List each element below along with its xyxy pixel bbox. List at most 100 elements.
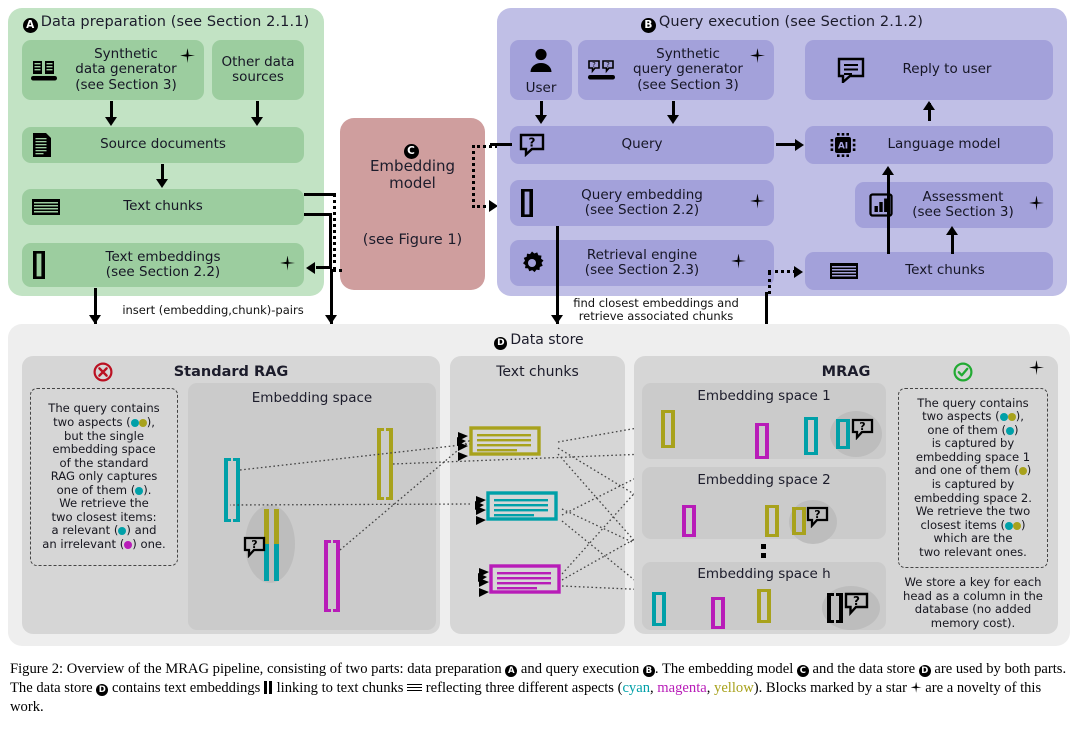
badge-b: B xyxy=(640,18,656,33)
panel-d-title: D Data store xyxy=(8,332,1070,350)
es2-query-bubble-icon: ? xyxy=(806,506,829,532)
arrow-chunks-to-lm xyxy=(887,170,890,254)
novelty-star-icon xyxy=(1027,358,1046,381)
esh-query-embedding xyxy=(827,593,843,623)
caption-seg-1: Figure 2: Overview of the MRAG pipeline,… xyxy=(10,661,506,677)
standard-rag-note-text: The query contains two aspects (), but the… xyxy=(42,401,166,552)
mrag-footnote: We store a key for each head as a column … xyxy=(903,575,1043,630)
caption-badge-c: C xyxy=(796,665,809,677)
chunk-yellow xyxy=(469,425,541,461)
caption-yellow-word: yellow xyxy=(714,679,754,696)
query-bubble-icon: ? xyxy=(243,536,266,562)
node-synthetic-query-generator[interactable]: ? ? Synthetic query generator (see Section… xyxy=(578,40,774,100)
factory-icon xyxy=(31,58,59,82)
es2-embedding-magenta xyxy=(682,505,696,537)
es1-query-bubble-icon: ? xyxy=(851,418,874,444)
arrow-head xyxy=(325,315,337,324)
node-text-chunks-prep[interactable]: Text chunks xyxy=(22,189,304,225)
panel-c-title: Embedding model xyxy=(369,157,456,193)
esh-embedding-magenta xyxy=(711,597,725,629)
caption-seg-8: reflecting three different aspects ( xyxy=(422,679,623,696)
embedding-space-2-label: Embedding space 2 xyxy=(697,472,831,488)
embedding-space-1-label: Embedding space 1 xyxy=(697,388,831,404)
mrag-note: The query contains two aspects (), one of … xyxy=(898,388,1048,568)
cross-circle-icon xyxy=(93,362,113,386)
svg-text:?: ? xyxy=(853,594,860,608)
novelty-star-icon xyxy=(750,193,765,212)
arrow-head xyxy=(105,117,117,126)
panel-a-title: A Data preparation (see Section 2.1.1) xyxy=(8,14,324,33)
badge-a: A xyxy=(22,18,38,33)
edge-embmodel-in xyxy=(333,269,342,272)
node-user[interactable]: User xyxy=(510,40,572,100)
edge-embmodel-vert xyxy=(333,193,336,271)
caption-seg-4: and the data store xyxy=(808,661,919,677)
query-vector-yellow-part2 xyxy=(274,509,279,546)
mrag-title: MRAG xyxy=(821,364,871,380)
caption-badge-d2: D xyxy=(96,683,109,696)
node-label: Query xyxy=(621,136,663,153)
node-text-chunks-exec[interactable]: Text chunks xyxy=(805,252,1053,290)
node-label: Reply to user xyxy=(902,61,992,78)
node-label: Other data sources xyxy=(221,53,295,85)
arrow-head xyxy=(89,315,101,324)
caption-badge-d: D xyxy=(918,665,931,677)
caption-seg-2: and query execution xyxy=(517,661,643,677)
svg-text:?: ? xyxy=(529,136,536,150)
panel-b-title: B Query execution (see Section 2.1.2) xyxy=(497,14,1067,33)
node-retrieval-engine[interactable]: Retrieval engine (see Section 2.3) xyxy=(510,240,774,286)
node-assessment[interactable]: Assessment (see Section 3) xyxy=(855,182,1053,228)
novelty-star-icon xyxy=(750,48,765,67)
caption-chunk-icon xyxy=(407,683,423,693)
figure-canvas: A Data preparation (see Section 2.1.1) Sy… xyxy=(0,0,1080,655)
node-label: Synthetic query generator (see Section 3) xyxy=(633,46,743,93)
edge-label-retrieve: find closest embeddings and retrieve asso… xyxy=(573,296,739,323)
svg-text:?: ? xyxy=(592,61,596,69)
arrow-head xyxy=(882,166,894,175)
edge-chunks-right xyxy=(304,213,332,216)
arrow-head xyxy=(667,115,679,124)
node-label: Synthetic data generator (see Section 3) xyxy=(75,46,177,93)
arrow-head xyxy=(306,262,315,274)
node-query-embedding[interactable]: Query embedding (see Section 2.2) xyxy=(510,180,774,226)
es2-query-embedding xyxy=(792,507,806,535)
svg-text:?: ? xyxy=(251,538,257,551)
arrow-head xyxy=(794,266,803,278)
edge-chunks-down xyxy=(329,213,332,269)
es1-query-embedding xyxy=(836,419,850,449)
chunks-icon xyxy=(31,197,61,217)
node-source-documents[interactable]: Source documents xyxy=(22,127,304,163)
node-label: Language model xyxy=(887,136,1001,153)
node-other-data-sources[interactable]: Other data sources xyxy=(212,40,304,100)
arrow-store-to-retrieval xyxy=(765,292,768,324)
edge-chunks-to-embmodel xyxy=(304,193,336,196)
node-query[interactable]: ? Query xyxy=(510,126,774,164)
node-synthetic-data-generator[interactable]: Synthetic data generator (see Section 3) xyxy=(22,40,204,100)
embedding-space-h-label: Embedding space h xyxy=(697,566,831,582)
arrow-head xyxy=(251,117,263,126)
es1-embedding-magenta xyxy=(755,423,769,459)
standard-rag-note: The query contains two aspects (), but the… xyxy=(30,388,178,566)
standard-embedding-space-label: Embedding space xyxy=(251,390,373,406)
node-reply-to-user[interactable]: Reply to user xyxy=(805,40,1053,100)
chunks-icon xyxy=(829,261,859,281)
esh-embedding-yellow xyxy=(757,589,771,623)
node-language-model[interactable]: AI Language model xyxy=(805,126,1053,164)
arrow-head xyxy=(551,315,563,324)
mrag-note-text: The query contains two aspects (), one of … xyxy=(913,395,1032,559)
svg-text:?: ? xyxy=(606,61,610,69)
es2-embedding-yellow xyxy=(765,505,779,537)
edge-label-insert: insert (embedding,chunk)-pairs xyxy=(122,303,304,317)
svg-text:?: ? xyxy=(814,508,820,521)
node-label: Text chunks xyxy=(905,262,985,279)
arrow-head xyxy=(156,179,168,188)
panel-b-title-text: Query execution (see Section 2.1.2) xyxy=(658,14,924,30)
node-label: User xyxy=(525,79,557,96)
edge-into-query xyxy=(490,143,512,146)
svg-text:?: ? xyxy=(859,420,865,433)
node-label: Text chunks xyxy=(123,198,203,215)
node-text-embeddings[interactable]: Text embeddings (see Section 2.2) xyxy=(22,243,304,287)
user-icon xyxy=(528,47,554,77)
question-bubble-icon: ? xyxy=(519,133,545,157)
node-label: Assessment (see Section 3) xyxy=(912,188,1014,220)
